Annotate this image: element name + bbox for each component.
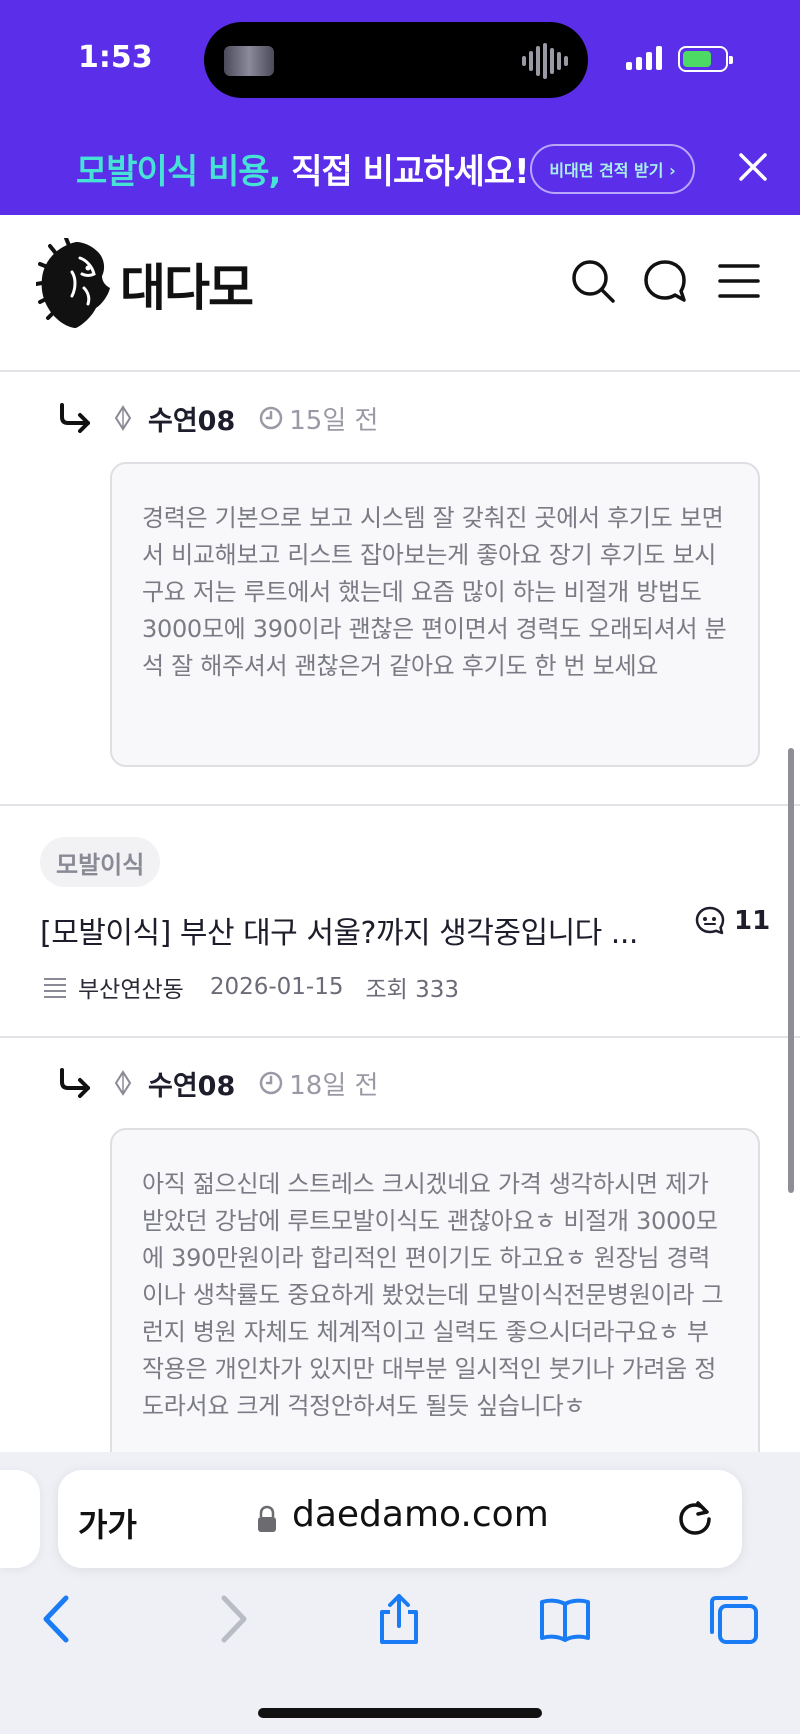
comment-text: 경력은 기본으로 보고 시스템 잘 갖춰진 곳에서 후기도 보면서 비교해보고 … <box>142 504 727 680</box>
ad-banner[interactable]: 모발이식 비용, 직접 비교하세요! 비대면 견적 받기 › <box>0 120 800 215</box>
previous-tab-preview[interactable] <box>0 1470 40 1568</box>
banner-cta-button[interactable]: 비대면 견적 받기 › <box>530 144 695 194</box>
reload-icon[interactable] <box>676 1500 714 1538</box>
post-comment-count[interactable]: 11 <box>694 905 770 937</box>
comment-header: 수연08 18일 전 <box>58 1063 378 1103</box>
post-meta: 부산연산동 2026-01-15 조회 333 <box>42 970 459 1004</box>
battery-icon <box>678 46 733 72</box>
bookmarks-book-icon[interactable] <box>538 1592 592 1646</box>
comment-header: 수연08 15일 전 <box>58 398 378 438</box>
clock-icon <box>260 406 283 430</box>
lion-logo-icon[interactable] <box>36 238 114 330</box>
scrollbar[interactable] <box>788 748 794 1193</box>
post-views: 조회 333 <box>365 977 460 1003</box>
status-time: 1:53 <box>78 40 153 75</box>
chat-bubble-icon[interactable] <box>642 258 688 304</box>
close-icon[interactable] <box>736 150 770 184</box>
comment-author[interactable]: 수연08 <box>148 1064 235 1103</box>
post-board-name[interactable]: 부산연산동 <box>78 970 184 1004</box>
post-category-tag[interactable]: 모발이식 <box>40 837 161 887</box>
comment-text: 아직 젊으신데 스트레스 크시겠네요 가격 생각하시면 제가 받았던 강남에 루… <box>142 1170 724 1420</box>
cellular-signal-icon <box>626 46 662 70</box>
post-title-link[interactable]: [모발이식] 부산 대구 서울?까지 생각중입니다 ... <box>40 908 680 952</box>
comment-time-ago: 18일 전 <box>289 1070 379 1101</box>
dynamic-island[interactable] <box>204 22 588 98</box>
text-size-button[interactable]: 가가 <box>78 1500 137 1546</box>
comment-body: 경력은 기본으로 보고 시스템 잘 갖춰진 곳에서 후기도 보면서 비교해보고 … <box>110 462 760 767</box>
banner-headline-highlight: 모발이식 비용, <box>76 152 281 192</box>
banner-headline: 모발이식 비용, 직접 비교하세요! <box>76 144 530 193</box>
url-text[interactable]: daedamo.com <box>292 1494 549 1535</box>
member-grade-diamond-icon <box>114 405 132 431</box>
share-icon[interactable] <box>372 1592 426 1646</box>
media-thumbnail <box>224 46 274 76</box>
member-grade-diamond-icon <box>114 1070 132 1096</box>
banner-headline-rest: 직접 비교하세요! <box>280 152 529 192</box>
comment-bubble-icon <box>695 906 725 935</box>
hamburger-menu-icon[interactable] <box>716 258 762 304</box>
reply-arrow-icon <box>60 1068 90 1098</box>
lock-icon <box>258 1505 276 1532</box>
list-icon <box>44 978 66 998</box>
site-logo-text[interactable]: 대다모 <box>120 248 254 320</box>
search-icon[interactable] <box>570 258 616 304</box>
status-bar: 1:53 <box>0 0 800 120</box>
home-indicator[interactable] <box>258 1708 542 1718</box>
comment-count-value: 11 <box>734 906 771 936</box>
post-date: 2026-01-15 <box>209 974 344 1000</box>
audio-wave-icon <box>522 42 568 80</box>
forward-arrow-icon[interactable] <box>204 1592 258 1646</box>
back-arrow-icon[interactable] <box>32 1592 86 1646</box>
comment-time-ago: 15일 전 <box>289 405 379 436</box>
comment-author[interactable]: 수연08 <box>148 399 235 438</box>
section-divider <box>0 804 800 806</box>
tabs-icon[interactable] <box>706 1592 760 1646</box>
clock-icon <box>260 1071 283 1095</box>
reply-arrow-icon <box>60 403 90 433</box>
section-divider <box>0 1036 800 1038</box>
